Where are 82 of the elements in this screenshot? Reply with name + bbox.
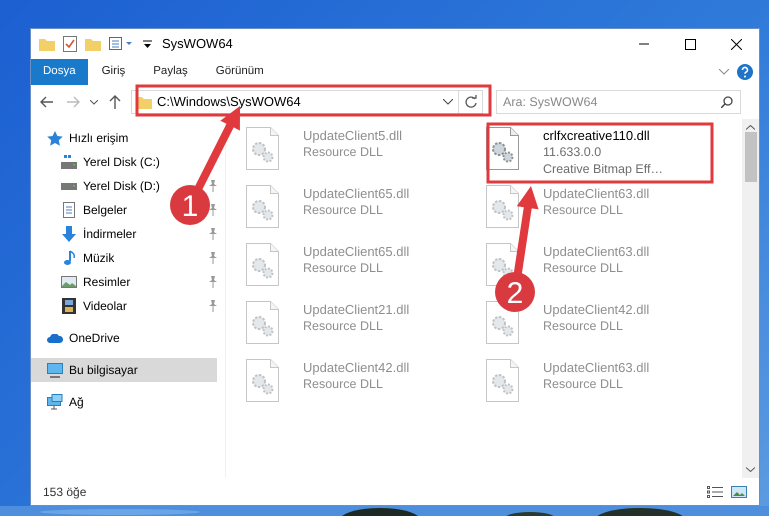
ribbon-tab[interactable]: Giriş xyxy=(88,59,140,85)
file-name: UpdateClient65.dll xyxy=(303,243,410,260)
ribbon-tab[interactable]: Görünüm xyxy=(202,59,278,85)
file-name: UpdateClient63.dll xyxy=(543,185,650,202)
customize-toolbar-icon[interactable] xyxy=(109,37,135,51)
sidebar-item[interactable]: Hızlı erişim xyxy=(47,126,217,150)
help-icon[interactable] xyxy=(737,64,753,80)
dropdown-icon[interactable] xyxy=(143,39,152,49)
dll-file-icon xyxy=(486,185,519,228)
item-count: 153 öğe xyxy=(43,484,86,500)
sidebar-item[interactable]: İndirmeler xyxy=(61,222,136,246)
file-detail: 11.633.0.0 xyxy=(543,144,602,161)
sidebar-item[interactable]: Resimler xyxy=(61,270,130,294)
close-icon xyxy=(730,38,742,50)
file-name: UpdateClient42.dll xyxy=(543,301,650,318)
address-field[interactable]: C:\Windows\SysWOW64 xyxy=(131,90,483,114)
maximize-icon xyxy=(684,38,696,50)
sidebar-item[interactable]: Videolar xyxy=(61,294,127,318)
dropdown-icon[interactable] xyxy=(443,99,453,105)
file-detail: Resource DLL xyxy=(303,202,384,219)
properties-icon[interactable] xyxy=(63,36,77,52)
file-name: UpdateClient65.dll xyxy=(303,185,410,202)
search-field[interactable]: Ara: SysWOW64 xyxy=(496,90,741,114)
drive-icon xyxy=(61,182,77,190)
step-badge: 1 xyxy=(170,185,210,225)
scroll-up-icon[interactable] xyxy=(746,125,755,130)
ribbon-tab[interactable]: Paylaş xyxy=(139,59,202,85)
file-name: crlfxcreative110.dll xyxy=(543,127,651,144)
sidebar-item[interactable]: OneDrive xyxy=(47,326,217,350)
scrollbar-thumb[interactable] xyxy=(744,132,756,182)
dll-file-icon xyxy=(246,243,279,286)
dll-file-icon xyxy=(246,185,279,228)
picture-icon xyxy=(61,276,77,288)
file-name: UpdateClient63.dll xyxy=(543,243,650,260)
document-icon xyxy=(63,202,75,218)
dll-file-icon xyxy=(486,127,519,170)
network-icon xyxy=(47,394,63,410)
file-detail: Resource DLL xyxy=(543,318,624,335)
sidebar-item[interactable]: Müzik xyxy=(61,246,114,270)
chevron-down-icon xyxy=(90,100,98,104)
forward-arrow-icon xyxy=(66,96,80,108)
dll-file-icon xyxy=(246,359,279,402)
sidebar-item[interactable]: Bu bilgisayar xyxy=(31,358,217,382)
sidebar-item[interactable]: Belgeler xyxy=(61,198,128,222)
back-arrow-icon xyxy=(40,96,54,108)
dll-file-icon xyxy=(486,359,519,402)
computer-icon xyxy=(47,362,63,378)
star-icon xyxy=(47,130,63,146)
file-detail: Resource DLL xyxy=(303,376,384,393)
file-detail: Resource DLL xyxy=(543,376,624,393)
up-arrow-icon xyxy=(109,95,121,109)
file-menu-tab[interactable]: Dosya xyxy=(31,59,88,85)
expand-ribbon-icon[interactable] xyxy=(719,69,729,75)
sidebar-item[interactable]: Ağ xyxy=(47,390,217,414)
drive-icon xyxy=(61,155,77,169)
minimize-icon xyxy=(639,43,649,45)
dll-file-icon xyxy=(246,127,279,170)
file-detail: Resource DLL xyxy=(303,260,384,277)
scroll-down-icon[interactable] xyxy=(746,467,755,472)
sidebar-item[interactable]: Yerel Disk (D:) xyxy=(61,174,160,198)
file-name: UpdateClient42.dll xyxy=(303,359,410,376)
cloud-icon xyxy=(47,334,63,342)
refresh-icon[interactable] xyxy=(464,95,478,109)
file-name: UpdateClient63.dll xyxy=(543,359,650,376)
file-detail: Resource DLL xyxy=(543,260,624,277)
large-icons-view-icon[interactable] xyxy=(731,484,747,498)
file-detail: Resource DLL xyxy=(543,202,624,219)
details-view-icon[interactable] xyxy=(707,484,723,498)
file-detail: Resource DLL xyxy=(303,318,384,335)
file-name: UpdateClient21.dll xyxy=(303,301,410,318)
scrollbar[interactable] xyxy=(742,119,759,478)
film-icon xyxy=(62,298,76,314)
music-note-icon xyxy=(63,250,75,266)
search-icon xyxy=(721,96,733,108)
dll-file-icon xyxy=(246,301,279,344)
sidebar-item[interactable]: Yerel Disk (C:) xyxy=(61,150,160,174)
window-title: SysWOW64 xyxy=(162,35,233,54)
file-detail: Resource DLL xyxy=(303,144,384,161)
download-arrow-icon xyxy=(61,226,77,242)
step-badge: 2 xyxy=(495,272,535,312)
file-name: UpdateClient5.dll xyxy=(303,127,402,144)
file-detail: Creative Bitmap Eff… xyxy=(543,161,663,178)
